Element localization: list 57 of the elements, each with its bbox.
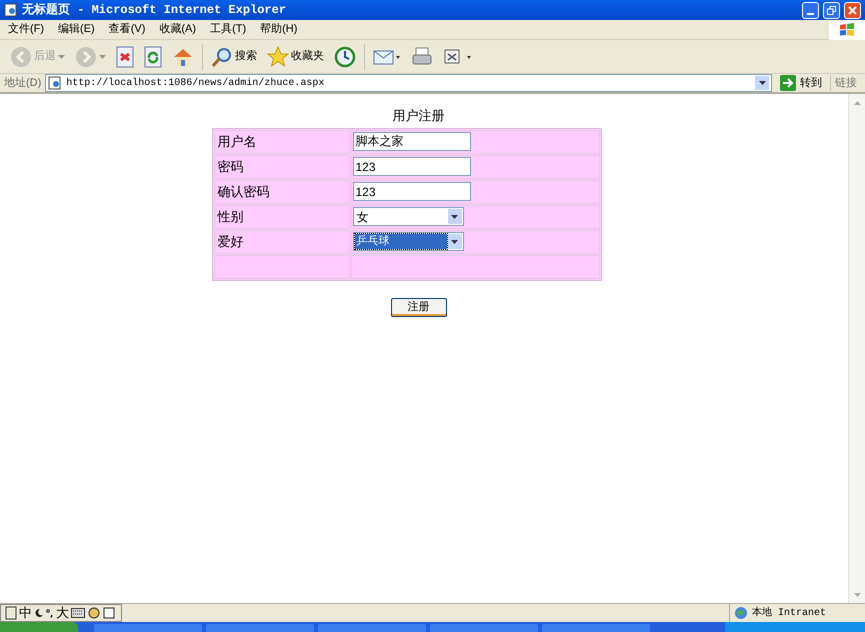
- dropdown-field[interactable]: 乒乓球: [352, 232, 464, 251]
- start-button[interactable]: [0, 622, 78, 632]
- caret-icon: [451, 240, 458, 244]
- page-icon: [4, 3, 18, 17]
- label-cell: 性别: [214, 204, 350, 228]
- printer-icon: [411, 46, 433, 68]
- restore-button[interactable]: [823, 2, 840, 18]
- menu-item[interactable]: 帮助(H): [260, 21, 298, 38]
- dropdown-arrow-button[interactable]: [448, 209, 462, 224]
- menu-item[interactable]: 查看(V): [108, 21, 146, 38]
- text-field[interactable]: 123: [352, 182, 470, 201]
- globe-icon: [734, 606, 748, 620]
- window-title: 无标题页 - Microsoft Internet Explorer: [22, 2, 288, 19]
- label-cell: 密码: [214, 154, 350, 178]
- label-cell: 确认密码: [214, 180, 350, 204]
- go-button[interactable]: 转到: [776, 74, 826, 92]
- dropdown-arrow-button[interactable]: [448, 234, 462, 249]
- scroll-down-icon: [854, 592, 860, 596]
- refresh-icon: [144, 46, 162, 68]
- caret-icon: [99, 54, 106, 58]
- ime-mode[interactable]: 中: [19, 603, 32, 623]
- menu-item[interactable]: 工具(T): [210, 21, 246, 38]
- menu-item[interactable]: 收藏(A): [159, 21, 196, 38]
- links-label[interactable]: 链接: [830, 74, 861, 92]
- label-cell: 用户名: [214, 130, 350, 154]
- address-label: 地址(D): [4, 76, 42, 91]
- star-icon: [267, 46, 289, 68]
- keyboard-icon: [71, 608, 85, 618]
- scrollbar[interactable]: [848, 94, 865, 603]
- minimize-button[interactable]: [802, 2, 819, 18]
- menu-item[interactable]: 文件(F): [8, 21, 44, 38]
- toolbar-button[interactable]: 搜索: [209, 42, 259, 70]
- address-field[interactable]: http://localhost:1086/news/admin/zhuce.aspx: [45, 74, 772, 92]
- ime-width[interactable]: 大: [56, 603, 69, 623]
- caret-icon: [58, 54, 65, 58]
- arrow-icon: [780, 75, 796, 91]
- caret-icon: [758, 81, 766, 85]
- close-button[interactable]: [844, 2, 861, 18]
- restore-icon: [827, 6, 836, 14]
- page-heading: 用户注册: [392, 107, 444, 125]
- menu-item[interactable]: 编辑(E): [58, 21, 95, 38]
- scroll-up-icon: [854, 100, 860, 104]
- register-button[interactable]: 注册: [390, 298, 446, 316]
- stop-icon: [116, 46, 134, 68]
- text-field[interactable]: 脚本之家: [352, 132, 470, 151]
- punctuation-icon: [46, 608, 54, 618]
- caret-icon: [451, 214, 458, 218]
- windows-flag-logo: [829, 20, 865, 40]
- close-icon: [848, 6, 857, 14]
- dropdown-arrow-button[interactable]: [755, 76, 769, 90]
- dropdown-field[interactable]: 女: [352, 207, 464, 226]
- text-field[interactable]: 123: [352, 157, 470, 176]
- moon-icon: [34, 608, 44, 618]
- page-icon: [48, 76, 62, 90]
- toolbar-button[interactable]: 收藏夹: [265, 42, 326, 70]
- magnifier-icon: [211, 46, 233, 68]
- label-cell: 爱好: [214, 230, 350, 254]
